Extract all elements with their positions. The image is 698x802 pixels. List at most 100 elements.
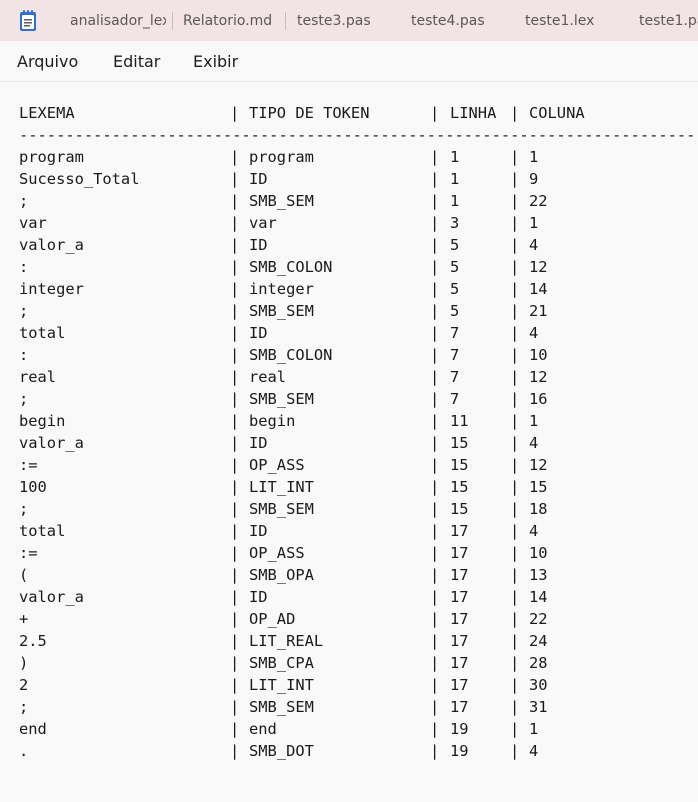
- table-row: := | OP_ASS | 17 | 10: [0, 542, 698, 564]
- column-separator: |: [430, 390, 440, 408]
- line-cell: 7: [450, 368, 460, 386]
- line-cell: 1: [450, 148, 460, 166]
- tab-teste4-pas[interactable]: teste4.pas: [411, 0, 501, 41]
- column-separator: |: [510, 368, 520, 386]
- column-cell: 10: [529, 346, 548, 364]
- column-separator: |: [510, 478, 520, 496]
- token-type-cell: ID: [249, 434, 268, 452]
- column-separator: |: [230, 698, 240, 716]
- tab-label: analisador_lexico: [70, 13, 166, 29]
- column-separator: |: [510, 302, 520, 320]
- column-separator: |: [230, 170, 240, 188]
- table-row: total | ID | 17 | 4: [0, 520, 698, 542]
- table-row: ; | SMB_SEM | 15 | 18: [0, 498, 698, 520]
- column-separator: |: [230, 500, 240, 518]
- column-separator: |: [230, 302, 240, 320]
- token-type-cell: ID: [249, 522, 268, 540]
- tab-teste1-lex[interactable]: teste1.lex: [525, 0, 615, 41]
- column-separator: |: [230, 148, 240, 166]
- column-cell: 24: [529, 632, 548, 650]
- column-separator: |: [430, 170, 440, 188]
- column-separator: |: [510, 456, 520, 474]
- column-separator: |: [430, 544, 440, 562]
- column-separator: |: [230, 258, 240, 276]
- table-header: LEXEMA | TIPO DE TOKEN | LINHA | COLUNA: [0, 102, 698, 124]
- column-separator: |: [230, 610, 240, 628]
- token-type-cell: ID: [249, 170, 268, 188]
- table-row: ; | SMB_SEM | 5 | 21: [0, 300, 698, 322]
- column-separator: |: [230, 434, 240, 452]
- menu-exibir[interactable]: Exibir: [193, 41, 238, 81]
- column-separator: |: [230, 368, 240, 386]
- lexeme-cell: 2.5: [19, 632, 47, 650]
- token-type-cell: SMB_COLON: [249, 346, 333, 364]
- menu-arquivo[interactable]: Arquivo: [17, 41, 78, 81]
- column-cell: 14: [529, 588, 548, 606]
- lexeme-cell: var: [19, 214, 47, 232]
- line-cell: 7: [450, 390, 460, 408]
- column-separator: |: [510, 170, 520, 188]
- column-separator: |: [430, 236, 440, 254]
- table-row: real | real | 7 | 12: [0, 366, 698, 388]
- lexeme-cell: ;: [19, 500, 29, 518]
- tab-label: Relatorio.md: [183, 13, 273, 29]
- column-separator: |: [230, 632, 240, 650]
- table-row: : | SMB_COLON | 7 | 10: [0, 344, 698, 366]
- tab-analisador-lexico[interactable]: analisador_lexico: [70, 0, 166, 41]
- token-type-cell: OP_AD: [249, 610, 296, 628]
- column-cell: 12: [529, 368, 548, 386]
- line-cell: 17: [450, 610, 469, 628]
- tab-relatorio-md[interactable]: Relatorio.md: [183, 0, 279, 41]
- lexeme-cell: :=: [19, 456, 38, 474]
- line-cell: 15: [450, 500, 469, 518]
- column-separator: |: [430, 566, 440, 584]
- table-row: end | end | 19 | 1: [0, 718, 698, 740]
- token-type-cell: OP_ASS: [249, 544, 305, 562]
- column-cell: 1: [529, 412, 539, 430]
- column-separator: |: [430, 258, 440, 276]
- lexeme-cell: :: [19, 346, 29, 364]
- column-cell: 4: [529, 522, 539, 540]
- lexeme-cell: total: [19, 522, 66, 540]
- table-row: var | var | 3 | 1: [0, 212, 698, 234]
- lexeme-cell: valor_a: [19, 434, 84, 452]
- menu-editar[interactable]: Editar: [113, 41, 160, 81]
- token-type-cell: end: [249, 720, 277, 738]
- lexeme-cell: :=: [19, 544, 38, 562]
- table-row: : | SMB_COLON | 5 | 12: [0, 256, 698, 278]
- column-separator: |: [430, 742, 440, 760]
- column-separator: |: [230, 478, 240, 496]
- lexeme-cell: valor_a: [19, 236, 84, 254]
- column-cell: 4: [529, 434, 539, 452]
- column-cell: 22: [529, 192, 548, 210]
- table-row: begin | begin | 11 | 1: [0, 410, 698, 432]
- column-separator: |: [510, 258, 520, 276]
- column-separator: |: [430, 522, 440, 540]
- token-type-cell: var: [249, 214, 277, 232]
- column-separator: |: [510, 698, 520, 716]
- lexeme-cell: ): [19, 654, 29, 672]
- column-separator: |: [510, 588, 520, 606]
- column-separator: |: [430, 192, 440, 210]
- column-separator: |: [430, 698, 440, 716]
- column-separator: |: [230, 742, 240, 760]
- line-cell: 17: [450, 588, 469, 606]
- lexeme-cell: begin: [19, 412, 66, 430]
- line-cell: 17: [450, 544, 469, 562]
- tab-teste3-pas[interactable]: teste3.pas: [297, 0, 387, 41]
- column-cell: 12: [529, 456, 548, 474]
- token-type-cell: begin: [249, 412, 296, 430]
- column-separator: |: [510, 654, 520, 672]
- column-separator: |: [430, 148, 440, 166]
- column-cell: 28: [529, 654, 548, 672]
- line-cell: 19: [450, 742, 469, 760]
- column-separator: |: [230, 280, 240, 298]
- text-editor[interactable]: LEXEMA | TIPO DE TOKEN | LINHA | COLUNA …: [0, 82, 698, 802]
- column-separator: |: [510, 104, 520, 122]
- tab-teste1-pas[interactable]: teste1.pas: [639, 0, 698, 41]
- column-separator: |: [430, 302, 440, 320]
- column-separator: |: [430, 478, 440, 496]
- column-cell: 4: [529, 324, 539, 342]
- lexeme-cell: valor_a: [19, 588, 84, 606]
- column-separator: |: [230, 192, 240, 210]
